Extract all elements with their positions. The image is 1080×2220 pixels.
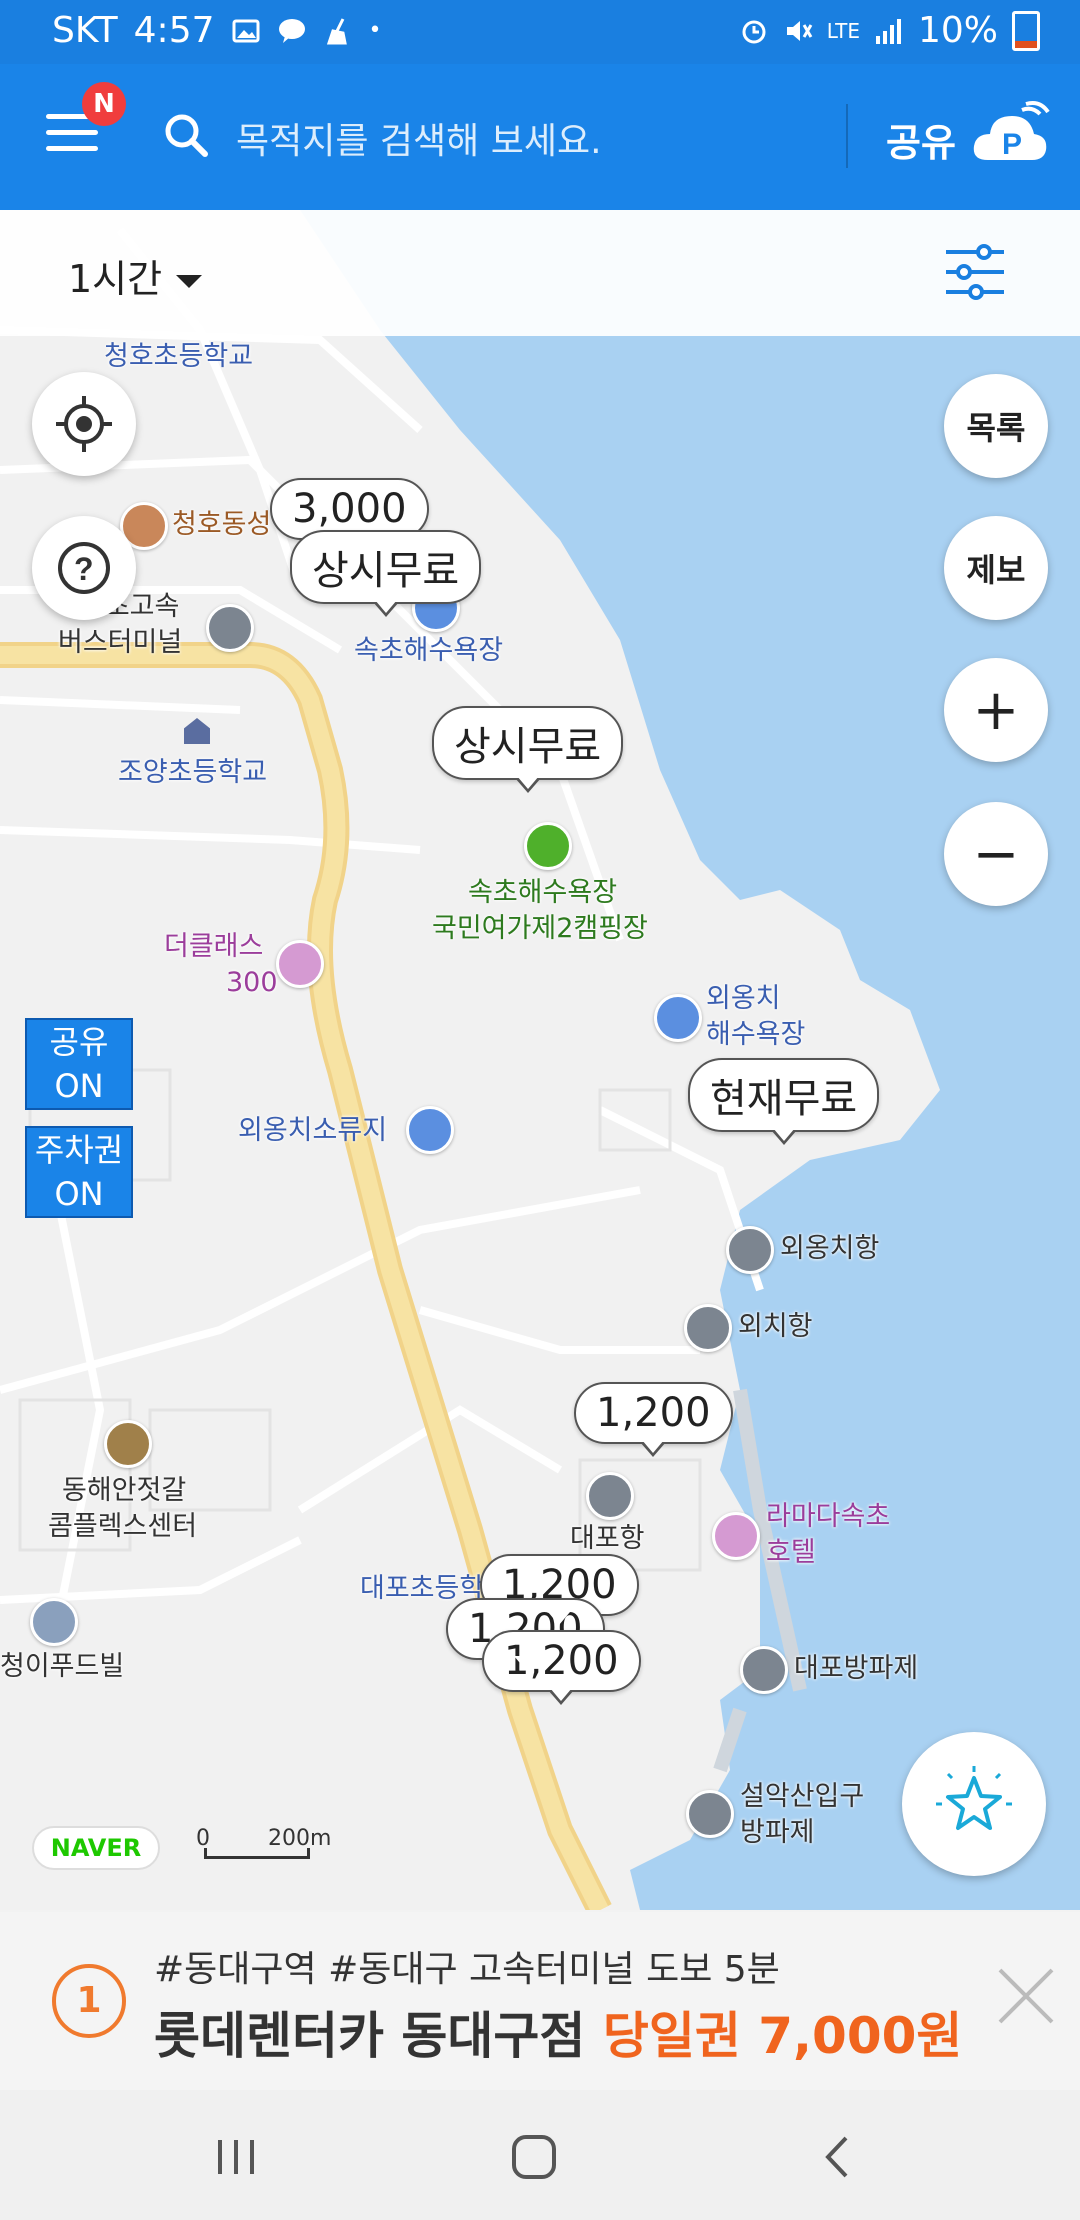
map-label-oeongchi-beach-1[interactable]: 외옹치 xyxy=(706,982,781,1016)
report-button[interactable]: 제보 xyxy=(944,516,1048,620)
map-label-camp-2[interactable]: 국민여가제2캠핑장 xyxy=(432,912,648,946)
network-type: LTE xyxy=(826,18,860,43)
clean-icon xyxy=(326,17,347,44)
port-icon[interactable] xyxy=(686,1790,734,1838)
hotel-icon[interactable] xyxy=(712,1512,760,1560)
market-icon[interactable] xyxy=(104,1420,152,1468)
ad-price: 당일권 7,000원 xyxy=(602,2007,963,2065)
ad-title-line: 롯데렌터카 동대구점 당일권 7,000원 xyxy=(154,1996,962,2068)
port-icon[interactable] xyxy=(684,1304,732,1352)
map-label-cheongho-dong[interactable]: 청호동성 xyxy=(172,508,271,542)
parking-price-bubble[interactable]: 1,200 xyxy=(482,1630,641,1705)
reservoir-icon[interactable] xyxy=(406,1106,454,1154)
app-bar-divider xyxy=(846,104,848,168)
parking-price-bubble[interactable]: 1,200 xyxy=(574,1382,733,1457)
zoom-out-button[interactable]: − xyxy=(944,802,1048,906)
my-location-button[interactable] xyxy=(32,372,136,476)
system-nav-bar xyxy=(0,2090,1080,2220)
ad-title: 롯데렌터카 동대구점 xyxy=(154,2007,586,2065)
back-icon[interactable] xyxy=(808,2132,868,2182)
svg-text:?: ? xyxy=(74,551,94,587)
ticket-toggle[interactable]: 주차권 ON xyxy=(25,1126,133,1218)
map-label-ramada-2[interactable]: 호텔 xyxy=(766,1536,816,1570)
more-dot-icon: • xyxy=(368,18,382,43)
recent-apps-icon[interactable] xyxy=(206,2132,266,2182)
close-icon[interactable] xyxy=(996,1966,1056,2026)
map-label-daepo-port[interactable]: 대포항 xyxy=(570,1522,645,1556)
carrier-label: SKT xyxy=(52,10,118,51)
map-label-joyang-school[interactable]: 조양초등학교 xyxy=(118,756,267,790)
building-icon[interactable] xyxy=(30,1598,78,1646)
port-icon[interactable] xyxy=(726,1226,774,1274)
map-label-daepo-breakwater[interactable]: 대포방파제 xyxy=(794,1652,918,1686)
bus-terminal-icon[interactable] xyxy=(206,604,254,652)
share-parking-icon[interactable]: P xyxy=(970,100,1050,170)
help-button[interactable]: ? xyxy=(32,516,136,620)
svg-text:P: P xyxy=(1002,128,1022,161)
map-label-seorak-1[interactable]: 설악산입구 xyxy=(740,1780,864,1814)
naver-logo: NAVER xyxy=(32,1826,160,1870)
battery-percent: 10% xyxy=(917,10,998,51)
ad-tags: #동대구역 #동대구 고속터미널 도보 5분 xyxy=(154,1949,780,1990)
ticket-toggle-state: ON xyxy=(54,1175,104,1213)
ferry-icon[interactable] xyxy=(586,1472,634,1520)
notification-badge: N xyxy=(82,82,126,126)
parking-price-bubble[interactable]: 상시무료 xyxy=(290,530,482,617)
hotel-icon[interactable] xyxy=(276,940,324,988)
map-label-cheongho-school[interactable]: 청호초등학교 xyxy=(104,340,253,374)
clock: 4:57 xyxy=(133,10,215,51)
ad-rank-badge: 1 xyxy=(52,1964,126,2038)
map-label-ramada-1[interactable]: 라마다속초 xyxy=(766,1500,890,1534)
app-bar: N 목적지를 검색해 보세요. 공유 P xyxy=(0,64,1080,210)
map-label-complex-1[interactable]: 동해안젓갈 xyxy=(62,1474,186,1508)
home-icon[interactable] xyxy=(504,2132,564,2182)
scale-bar xyxy=(204,1848,310,1859)
share-toggle[interactable]: 공유 ON xyxy=(25,1018,133,1110)
map-label-oeongchi-stream[interactable]: 외옹치소류지 xyxy=(238,1114,387,1148)
map-label-sokcho-beach[interactable]: 속초해수욕장 xyxy=(354,634,503,668)
map-label-oeongchi-port[interactable]: 외옹치항 xyxy=(780,1232,879,1266)
filter-bar: 1시간 xyxy=(0,210,1080,336)
favorites-button[interactable] xyxy=(902,1732,1046,1876)
map-label-camp-1[interactable]: 속초해수욕장 xyxy=(468,876,617,910)
search-icon xyxy=(165,114,208,157)
map-label-theclass-1[interactable]: 더클래스 xyxy=(164,930,263,964)
map-label-theclass-2[interactable]: 300 xyxy=(226,966,278,1000)
battery-icon xyxy=(1012,10,1040,51)
chevron-down-icon xyxy=(176,275,203,288)
zoom-in-button[interactable]: + xyxy=(944,658,1048,762)
gallery-icon xyxy=(232,19,259,42)
help-icon: ? xyxy=(58,542,110,594)
beach-icon[interactable] xyxy=(654,994,702,1042)
signal-icon xyxy=(875,18,901,44)
share-toggle-state: ON xyxy=(54,1067,104,1105)
talk-icon xyxy=(278,18,305,43)
status-bar: SKT 4:57 • LTE 10% xyxy=(0,0,1080,64)
map-label-oechi-port[interactable]: 외치항 xyxy=(738,1310,813,1344)
map-label-food-building[interactable]: 청이푸드빌 xyxy=(0,1650,124,1684)
parking-price-bubble[interactable]: 현재무료 xyxy=(688,1058,880,1145)
time-selector[interactable]: 1시간 xyxy=(68,248,203,303)
list-button[interactable]: 목록 xyxy=(944,374,1048,478)
search-input[interactable]: 목적지를 검색해 보세요. xyxy=(236,112,602,164)
time-selector-value: 1시간 xyxy=(68,257,163,301)
ad-banner[interactable]: 1 #동대구역 #동대구 고속터미널 도보 5분 롯데렌터카 동대구점 당일권 … xyxy=(0,1912,1080,2090)
map-label-oeongchi-beach-2[interactable]: 해수욕장 xyxy=(706,1018,805,1052)
mute-icon xyxy=(786,20,813,41)
ticket-toggle-label: 주차권 xyxy=(34,1131,124,1169)
map-label-seorak-2[interactable]: 방파제 xyxy=(740,1816,815,1850)
map-label-terminal-2[interactable]: 버스터미널 xyxy=(58,626,182,660)
port-icon[interactable] xyxy=(740,1646,788,1694)
alarm-icon xyxy=(742,20,766,43)
share-label[interactable]: 공유 xyxy=(886,112,956,167)
share-toggle-label: 공유 xyxy=(49,1023,109,1061)
star-icon xyxy=(936,1766,1012,1830)
location-target-icon xyxy=(56,396,112,452)
camping-icon[interactable] xyxy=(524,822,572,870)
parking-price-bubble[interactable]: 상시무료 xyxy=(432,706,624,793)
map-label-complex-2[interactable]: 콤플렉스센터 xyxy=(48,1510,197,1544)
filter-settings-icon[interactable] xyxy=(944,244,1006,300)
